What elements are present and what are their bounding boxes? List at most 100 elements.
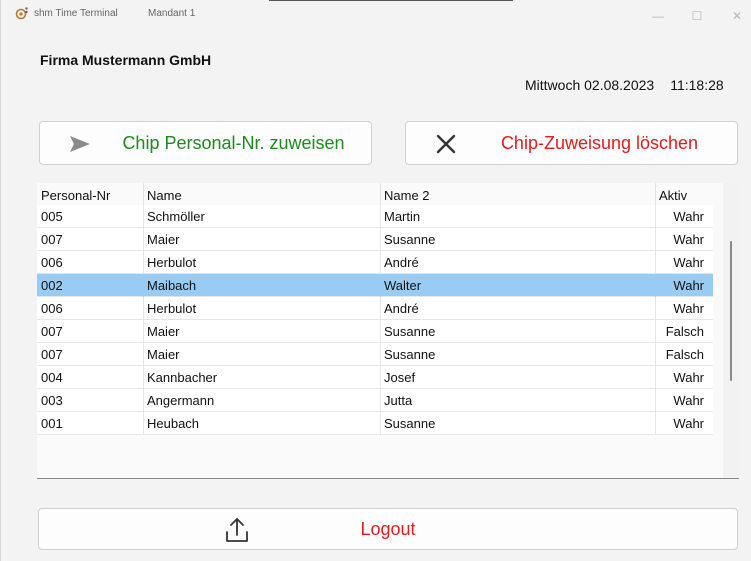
cell-name: Maibach bbox=[147, 278, 197, 293]
send-arrow-icon bbox=[67, 133, 93, 155]
row-separator bbox=[380, 412, 381, 435]
row-separator bbox=[143, 297, 144, 320]
cell-name2: Susanne bbox=[384, 232, 436, 247]
close-icon: ✕ bbox=[731, 9, 743, 23]
table-row[interactable]: 006 Herbulot André Wahr bbox=[37, 251, 713, 274]
maximize-icon: ☐ bbox=[691, 9, 703, 23]
current-date: Mittwoch 02.08.2023 bbox=[525, 77, 655, 93]
cell-aktiv: Wahr bbox=[673, 301, 704, 316]
row-separator bbox=[143, 389, 144, 412]
minimize-button[interactable]: — bbox=[648, 6, 668, 26]
row-separator bbox=[143, 251, 144, 274]
cell-personal-nr: 003 bbox=[41, 393, 63, 408]
cell-personal-nr: 006 bbox=[41, 255, 63, 270]
cell-name2: Martin bbox=[384, 209, 421, 224]
cell-personal-nr: 007 bbox=[41, 324, 63, 339]
cell-personal-nr: 006 bbox=[41, 301, 63, 316]
cell-name: Heubach bbox=[147, 416, 200, 431]
row-separator bbox=[143, 320, 144, 343]
cell-personal-nr: 007 bbox=[41, 347, 63, 362]
row-separator bbox=[655, 366, 656, 389]
cell-name2: Josef bbox=[384, 370, 416, 385]
row-separator bbox=[655, 205, 656, 228]
row-separator bbox=[380, 297, 381, 320]
table-row[interactable]: 003 Angermann Jutta Wahr bbox=[37, 389, 713, 412]
cell-aktiv: Falsch bbox=[665, 324, 704, 339]
cell-name2: André bbox=[384, 255, 419, 270]
cell-name: Maier bbox=[147, 347, 180, 362]
cell-aktiv: Falsch bbox=[665, 347, 704, 362]
cell-aktiv: Wahr bbox=[673, 255, 704, 270]
row-separator bbox=[655, 320, 656, 343]
row-separator bbox=[143, 412, 144, 435]
cell-name2: André bbox=[384, 301, 419, 316]
row-separator bbox=[143, 228, 144, 251]
table-row[interactable]: 005 Schmöller Martin Wahr bbox=[37, 205, 713, 228]
title-bar[interactable]: shm Time Terminal Mandant 1 — ☐ ✕ bbox=[1, 0, 751, 30]
cell-personal-nr: 004 bbox=[41, 370, 63, 385]
row-separator bbox=[143, 274, 144, 297]
grid-header: Personal-Nr Name Name 2 Aktiv bbox=[37, 183, 713, 205]
cell-name: Schmöller bbox=[147, 209, 205, 224]
cell-aktiv: Wahr bbox=[673, 393, 704, 408]
cell-name: Kannbacher bbox=[147, 370, 218, 385]
company-name: Firma Mustermann GmbH bbox=[40, 52, 212, 68]
cell-name: Herbulot bbox=[147, 255, 197, 270]
row-separator bbox=[380, 343, 381, 366]
cell-personal-nr: 005 bbox=[41, 209, 63, 224]
column-separator[interactable] bbox=[655, 183, 656, 205]
row-separator bbox=[380, 389, 381, 412]
table-row[interactable]: 007 Maier Susanne Falsch bbox=[37, 343, 713, 366]
datetime-display: Mittwoch 02.08.2023 11:18:28 bbox=[525, 77, 724, 93]
table-row-selected[interactable]: 002 Maibach Walter Wahr bbox=[37, 274, 713, 297]
row-separator bbox=[380, 366, 381, 389]
app-window: shm Time Terminal Mandant 1 — ☐ ✕ Firma … bbox=[0, 0, 751, 561]
row-separator bbox=[143, 343, 144, 366]
tenant-label: Mandant 1 bbox=[148, 8, 196, 19]
row-separator bbox=[143, 366, 144, 389]
cell-name: Maier bbox=[147, 324, 180, 339]
cell-name2: Susanne bbox=[384, 324, 436, 339]
logout-button[interactable]: Logout bbox=[38, 508, 738, 550]
cell-aktiv: Wahr bbox=[673, 209, 704, 224]
table-row[interactable]: 006 Herbulot André Wahr bbox=[37, 297, 713, 320]
employee-grid[interactable]: Personal-Nr Name Name 2 Aktiv 005 Schmöl… bbox=[37, 183, 739, 479]
column-header-name[interactable]: Name bbox=[147, 188, 182, 203]
table-row[interactable]: 007 Maier Susanne Falsch bbox=[37, 320, 713, 343]
cell-name: Angermann bbox=[147, 393, 215, 408]
close-window-button[interactable]: ✕ bbox=[727, 6, 747, 26]
table-row[interactable]: 004 Kannbacher Josef Wahr bbox=[37, 366, 713, 389]
cell-personal-nr: 002 bbox=[41, 278, 63, 293]
upload-icon bbox=[223, 515, 251, 545]
cell-aktiv: Wahr bbox=[673, 232, 704, 247]
column-header-personal-nr[interactable]: Personal-Nr bbox=[41, 188, 110, 203]
column-header-aktiv[interactable]: Aktiv bbox=[659, 188, 687, 203]
row-separator bbox=[380, 274, 381, 297]
row-separator bbox=[380, 205, 381, 228]
cell-name2: Jutta bbox=[384, 393, 413, 408]
maximize-button[interactable]: ☐ bbox=[687, 6, 707, 26]
close-x-icon bbox=[434, 133, 458, 155]
row-separator bbox=[655, 274, 656, 297]
cell-name: Maier bbox=[147, 232, 180, 247]
row-separator bbox=[143, 205, 144, 228]
row-separator bbox=[655, 251, 656, 274]
assign-chip-label: Chip Personal-Nr. zuweisen bbox=[122, 132, 345, 153]
row-separator bbox=[655, 412, 656, 435]
delete-chip-assignment-button[interactable]: Chip-Zuweisung löschen bbox=[405, 121, 738, 165]
vertical-scrollbar[interactable] bbox=[723, 183, 739, 478]
row-separator bbox=[655, 389, 656, 412]
column-separator[interactable] bbox=[380, 183, 381, 205]
table-row[interactable]: 001 Heubach Susanne Wahr bbox=[37, 412, 713, 435]
column-separator[interactable] bbox=[143, 183, 144, 205]
window-title: shm Time Terminal bbox=[34, 8, 118, 19]
logout-label: Logout bbox=[360, 518, 416, 539]
cell-aktiv: Wahr bbox=[673, 278, 704, 293]
assign-chip-button[interactable]: Chip Personal-Nr. zuweisen bbox=[39, 121, 372, 165]
cell-personal-nr: 007 bbox=[41, 232, 63, 247]
current-time: 11:18:28 bbox=[670, 77, 724, 93]
scrollbar-thumb[interactable] bbox=[730, 241, 732, 381]
table-row[interactable]: 007 Maier Susanne Wahr bbox=[37, 228, 713, 251]
row-separator bbox=[380, 228, 381, 251]
column-header-name2[interactable]: Name 2 bbox=[384, 188, 430, 203]
